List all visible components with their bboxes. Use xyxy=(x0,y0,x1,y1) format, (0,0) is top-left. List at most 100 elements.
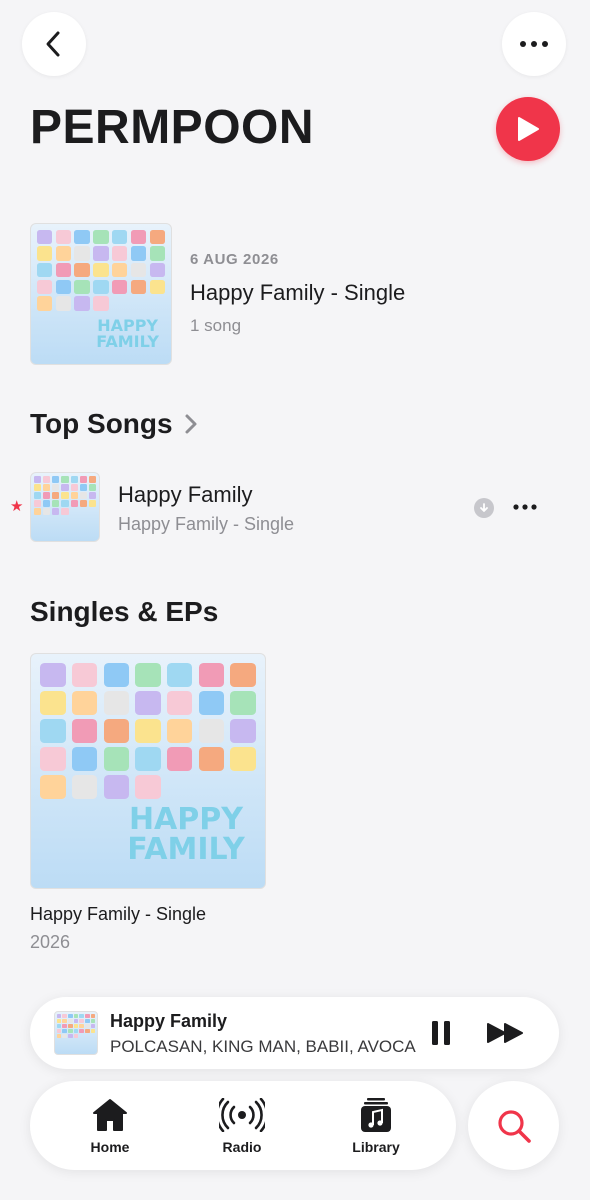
artwork-tile xyxy=(55,263,71,278)
artwork-tile xyxy=(52,508,60,516)
artwork-tile xyxy=(135,747,161,772)
tab-home[interactable]: Home xyxy=(60,1097,160,1157)
artwork-tile xyxy=(230,747,256,772)
single-title[interactable]: Happy Family - Single xyxy=(30,904,206,925)
now-playing-artwork xyxy=(54,1011,98,1055)
artwork-tile xyxy=(198,747,224,772)
song-subtitle: Happy Family - Single xyxy=(118,514,295,534)
artwork-tile xyxy=(42,483,51,491)
artwork-tile xyxy=(135,775,161,800)
artwork-tile xyxy=(70,475,78,483)
artwork-tile xyxy=(85,1013,90,1018)
artwork-tile xyxy=(42,508,51,516)
search-button[interactable] xyxy=(468,1081,559,1170)
artwork-tile xyxy=(55,279,71,295)
artwork-tile xyxy=(40,691,66,716)
artwork-tile xyxy=(103,719,129,744)
artwork-tile xyxy=(72,747,98,772)
tab-radio[interactable]: Radio xyxy=(192,1097,292,1157)
artwork-tile xyxy=(73,1033,79,1039)
artwork-tile xyxy=(230,663,256,688)
artwork-tile xyxy=(93,279,109,295)
artwork-tile xyxy=(103,775,129,800)
artwork-tile xyxy=(90,1028,96,1034)
artwork-tile xyxy=(55,229,71,244)
artwork-tile xyxy=(72,691,98,716)
artwork-character-grid xyxy=(36,229,166,311)
song-more-button[interactable] xyxy=(510,497,540,517)
artwork-tile xyxy=(36,229,52,244)
artwork-tile xyxy=(36,246,52,261)
artwork-tile xyxy=(85,1028,90,1034)
artwork-tile xyxy=(88,483,97,491)
artwork-tile xyxy=(33,483,42,491)
artwork-tile xyxy=(70,483,78,491)
artwork-tile xyxy=(85,1023,90,1028)
latest-release-artwork[interactable]: HAPPY FAMILY xyxy=(30,223,172,365)
artwork-tile xyxy=(93,263,109,278)
artwork-tile xyxy=(74,246,90,261)
artwork-tile xyxy=(79,1013,84,1018)
play-icon xyxy=(518,117,539,141)
artwork-tile xyxy=(62,1018,67,1023)
artwork-tile xyxy=(198,691,224,716)
tab-library[interactable]: Library xyxy=(326,1097,426,1157)
back-button[interactable] xyxy=(22,12,86,76)
artwork-tile xyxy=(73,1018,79,1023)
radio-waves-icon xyxy=(219,1098,265,1132)
artwork-tile xyxy=(40,747,66,772)
artwork-tile xyxy=(103,691,129,716)
artwork-tile xyxy=(52,475,60,483)
library-icon xyxy=(361,1098,391,1132)
artwork-tile xyxy=(167,747,193,772)
artwork-tile xyxy=(79,1023,84,1028)
artwork-tile xyxy=(74,229,90,244)
artwork-tile xyxy=(72,663,98,688)
artwork-tile xyxy=(131,263,147,278)
artwork-tile xyxy=(167,719,193,744)
more-options-button[interactable] xyxy=(502,12,566,76)
artwork-tile xyxy=(40,663,66,688)
pause-icon[interactable] xyxy=(429,1019,453,1047)
artwork-tile xyxy=(42,491,51,499)
artwork-tile xyxy=(150,279,166,295)
artwork-tile xyxy=(56,1033,62,1039)
artwork-character-grid xyxy=(40,663,256,800)
song-artwork xyxy=(30,472,100,542)
artwork-tile xyxy=(61,508,69,516)
download-icon[interactable] xyxy=(474,498,494,518)
artwork-tile xyxy=(79,483,88,491)
artwork-tile xyxy=(74,296,90,311)
artwork-tile xyxy=(36,263,52,278)
artwork-tile xyxy=(85,1018,90,1023)
house-icon xyxy=(93,1099,127,1131)
now-playing-title: Happy Family xyxy=(110,1011,228,1031)
artwork-tile xyxy=(112,263,128,278)
forward-icon[interactable] xyxy=(486,1021,526,1045)
artwork-tile xyxy=(167,663,193,688)
artwork-tile xyxy=(61,500,69,508)
artwork-tile xyxy=(93,246,109,261)
tab-label: Home xyxy=(90,1139,130,1155)
single-artwork[interactable]: HAPPY FAMILY xyxy=(30,653,266,889)
latest-release-title[interactable]: Happy Family - Single xyxy=(190,280,405,306)
artwork-tile xyxy=(93,296,109,311)
list-item[interactable]: ★ Happy Family Happy Family - Single xyxy=(0,470,590,544)
artwork-tile xyxy=(103,663,129,688)
artwork-tile xyxy=(93,229,109,244)
artwork-tile xyxy=(150,246,166,261)
play-button[interactable] xyxy=(496,97,560,161)
mini-player[interactable]: Happy Family POLCASAN, KING MAN, BABII, … xyxy=(30,997,559,1069)
artwork-tile xyxy=(56,1013,62,1018)
artwork-tile xyxy=(68,1033,73,1039)
artwork-character-grid xyxy=(33,475,97,516)
artwork-tile xyxy=(90,1018,96,1023)
artwork-tile xyxy=(33,508,42,516)
artwork-character-grid xyxy=(56,1013,96,1039)
artwork-tile xyxy=(33,500,42,508)
artwork-logo: HAPPY FAMILY xyxy=(96,316,159,351)
artwork-tile xyxy=(70,491,78,499)
artwork-tile xyxy=(150,229,166,244)
artwork-tile xyxy=(55,246,71,261)
top-songs-header[interactable]: Top Songs xyxy=(30,408,201,440)
